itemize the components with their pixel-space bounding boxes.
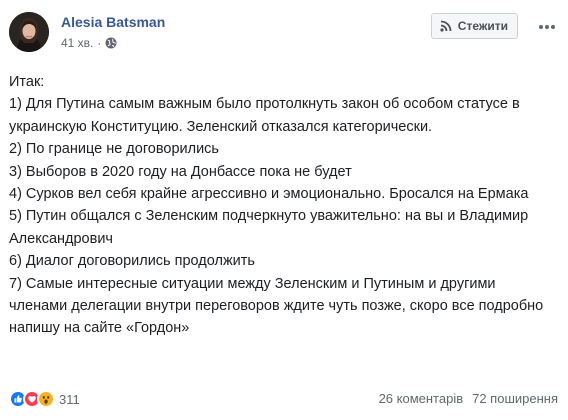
post-footer: 311 26 коментарів 72 поширення [9,390,558,410]
more-options-button[interactable] [536,15,558,37]
post-line: 4) Сурков вел себя крайне агрессивно и э… [9,186,529,203]
post-time[interactable]: 41 хв. [61,36,93,50]
wow-reaction-icon [37,390,55,408]
post-line: 6) Диалог договорились продолжить [9,253,255,270]
rss-icon [440,20,452,32]
post-meta: 41 хв. · [61,36,117,50]
post-line: 1) Для Путина самым важным было протолкн… [9,96,524,135]
post-line: 5) Путин общался с Зеленским подчеркнуто… [9,208,533,247]
follow-button[interactable]: Стежити [430,13,518,39]
follow-label: Стежити [457,19,508,33]
post-line: 2) По границе не договорились [9,141,219,158]
reaction-count: 311 [59,391,80,407]
shares-count-link[interactable]: 72 поширення [472,391,558,406]
post-stats: 26 коментарів 72 поширення [379,391,558,406]
more-horizontal-icon [538,17,556,35]
post-line: 3) Выборов в 2020 году на Донбассе пока … [9,163,352,180]
author-name[interactable]: Alesia Batsman [61,14,165,30]
post-body: Итак: 1) Для Путина самым важным было пр… [9,71,549,340]
post-line: 7) Самые интересные ситуации между Зелен… [9,275,548,337]
post-header: Alesia Batsman 41 хв. · Стежити [9,10,558,60]
comments-count-link[interactable]: 26 коментарів [379,391,464,406]
globe-icon [105,37,117,49]
meta-separator: · [97,36,102,50]
post-line: Итак: [9,74,45,90]
avatar[interactable] [9,12,49,52]
reactions-summary[interactable]: 311 [9,390,80,408]
